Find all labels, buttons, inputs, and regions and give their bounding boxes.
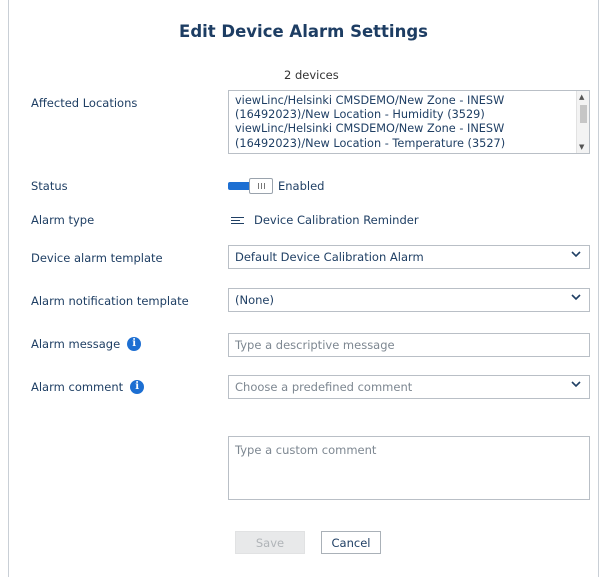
- device-count: 2 devices: [284, 68, 339, 82]
- scroll-down-arrow-icon[interactable]: ▼: [579, 143, 584, 151]
- alarm-type-text: Device Calibration Reminder: [254, 213, 419, 227]
- list-settings-icon: [231, 216, 244, 224]
- scroll-up-arrow-icon[interactable]: ▲: [579, 93, 584, 101]
- status-value: Enabled: [278, 179, 325, 193]
- location-line: (16492023)/New Location - Temperature (3…: [235, 136, 506, 150]
- alarm-comment-label: Alarm comment i: [31, 380, 145, 394]
- status-toggle[interactable]: [228, 178, 274, 194]
- custom-comment-textarea[interactable]: Type a custom comment: [228, 436, 590, 500]
- toggle-knob: [249, 178, 273, 194]
- save-button[interactable]: Save: [235, 531, 305, 554]
- device-alarm-template-value: Default Device Calibration Alarm: [235, 250, 424, 264]
- locations-scrollbar[interactable]: ▲ ▼: [576, 91, 589, 153]
- alarm-comment-placeholder: Choose a predefined comment: [235, 380, 413, 394]
- chevron-down-icon: [571, 293, 581, 304]
- affected-locations-label: Affected Locations: [31, 96, 138, 110]
- alarm-notification-template-select[interactable]: (None): [228, 288, 590, 312]
- location-line: (16492023)/New Location - Humidity (3529…: [235, 108, 485, 122]
- edit-device-alarm-dialog: Edit Device Alarm Settings 2 devices Aff…: [8, 0, 599, 577]
- alarm-type-label: Alarm type: [31, 213, 95, 227]
- alarm-notification-template-label: Alarm notification template: [31, 294, 189, 308]
- info-icon[interactable]: i: [130, 380, 145, 394]
- location-line: viewLinc/Helsinki CMSDEMO/New Zone - INE…: [235, 122, 505, 136]
- info-icon[interactable]: i: [127, 337, 142, 351]
- status-label: Status: [31, 179, 68, 193]
- affected-locations-list[interactable]: viewLinc/Helsinki CMSDEMO/New Zone - INE…: [228, 90, 590, 154]
- alarm-comment-select[interactable]: Choose a predefined comment: [228, 375, 590, 399]
- device-alarm-template-select[interactable]: Default Device Calibration Alarm: [228, 245, 590, 269]
- chevron-down-icon: [571, 250, 581, 261]
- cancel-button[interactable]: Cancel: [321, 531, 381, 554]
- dialog-title: Edit Device Alarm Settings: [179, 22, 428, 41]
- alarm-message-input[interactable]: Type a descriptive message: [228, 333, 590, 357]
- location-line: viewLinc/Helsinki CMSDEMO/New Zone - INE…: [235, 94, 505, 107]
- chevron-down-icon: [571, 380, 581, 391]
- alarm-message-label: Alarm message i: [31, 337, 142, 351]
- alarm-type-value: Device Calibration Reminder: [231, 213, 419, 227]
- alarm-notification-template-value: (None): [235, 293, 274, 307]
- device-alarm-template-label: Device alarm template: [31, 251, 163, 265]
- scroll-thumb[interactable]: [580, 105, 587, 123]
